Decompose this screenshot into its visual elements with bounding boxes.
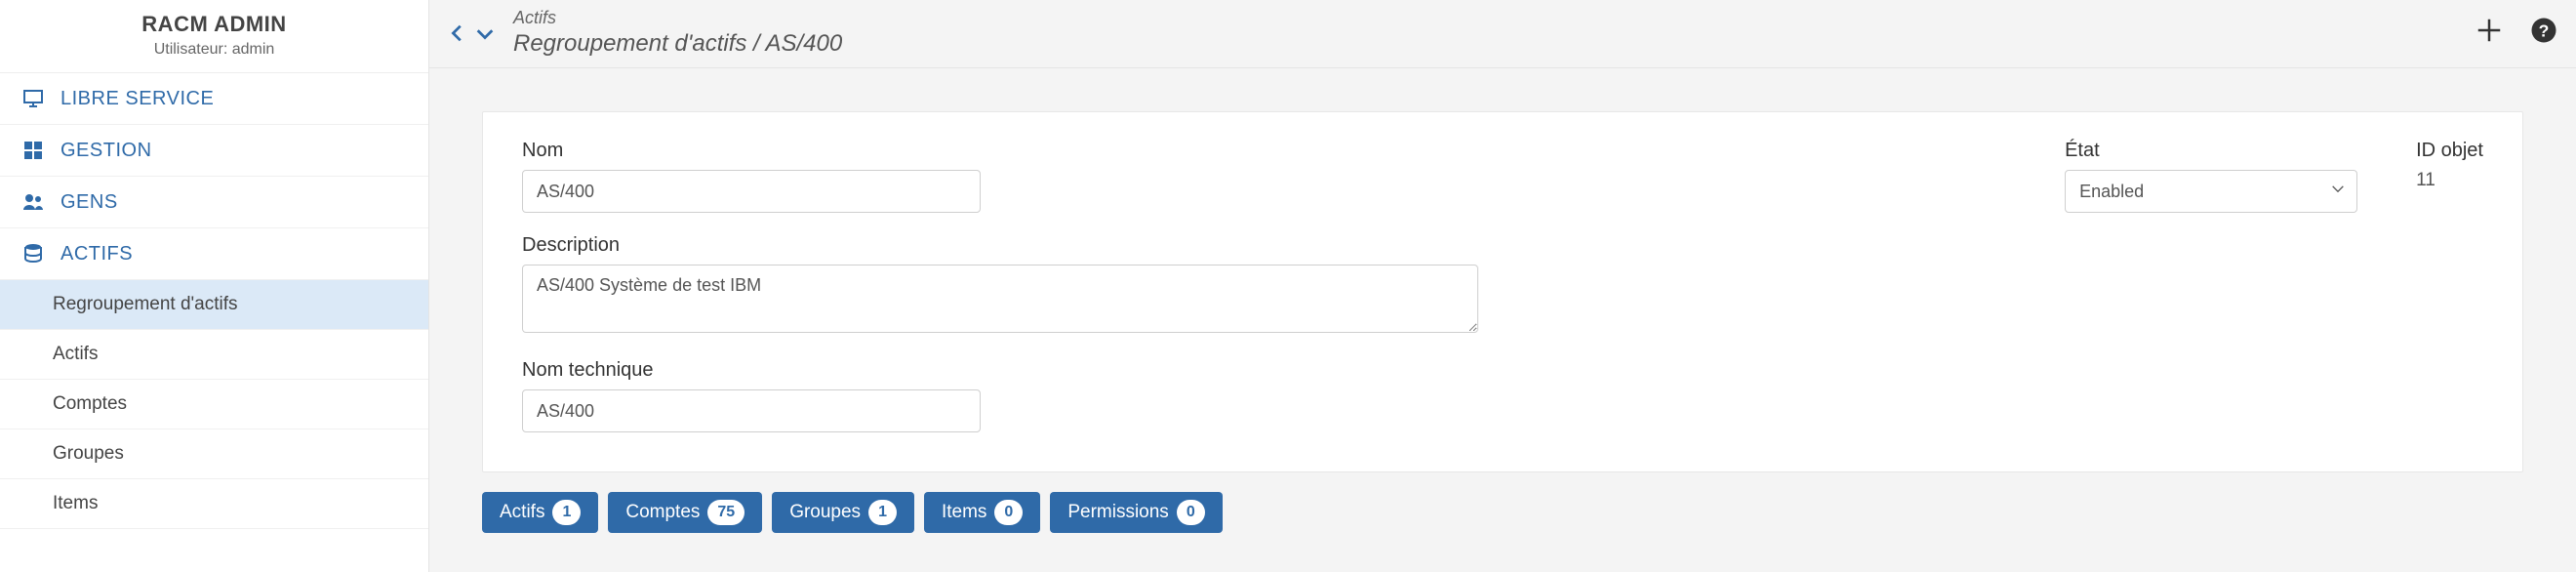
user-line: Utilisateur: admin bbox=[0, 41, 428, 59]
techname-label: Nom technique bbox=[522, 359, 1488, 382]
techname-input[interactable] bbox=[522, 389, 981, 432]
nav-item-actifs[interactable]: ACTIFS bbox=[0, 228, 428, 280]
tab-comptes[interactable]: Comptes 75 bbox=[608, 492, 762, 533]
tab-badge: 0 bbox=[1177, 500, 1205, 525]
help-button[interactable]: ? bbox=[2529, 16, 2558, 50]
tab-actifs[interactable]: Actifs 1 bbox=[482, 492, 598, 533]
dashboard-icon bbox=[21, 139, 45, 162]
history-nav bbox=[447, 22, 496, 49]
breadcrumb-parent: Actifs bbox=[513, 8, 2475, 28]
user-prefix: Utilisateur: bbox=[154, 41, 228, 58]
right-column: État Enabled ID objet 11 bbox=[2065, 140, 2483, 432]
breadcrumb-current: Regroupement d'actifs / AS/400 bbox=[513, 30, 2475, 58]
state-select-wrap: Enabled bbox=[2065, 170, 2357, 213]
nav-label: ACTIFS bbox=[60, 243, 133, 266]
sidebar: RACM ADMIN Utilisateur: admin LIBRE SERV… bbox=[0, 0, 429, 572]
nav-label: GENS bbox=[60, 191, 118, 214]
subnav-item-comptes[interactable]: Comptes bbox=[0, 380, 428, 429]
content: Nom Description Nom technique État bbox=[429, 68, 2576, 572]
objid-value: 11 bbox=[2416, 170, 2483, 191]
nav-item-libre-service[interactable]: LIBRE SERVICE bbox=[0, 73, 428, 125]
subnav-item-items[interactable]: Items bbox=[0, 479, 428, 529]
tab-label: Comptes bbox=[625, 502, 700, 523]
name-label: Nom bbox=[522, 140, 1488, 162]
subnav-label: Groupes bbox=[53, 443, 124, 465]
form-column: Nom Description Nom technique bbox=[522, 140, 1488, 432]
svg-text:?: ? bbox=[2539, 20, 2550, 40]
tab-label: Items bbox=[942, 502, 986, 523]
state-label: État bbox=[2065, 140, 2357, 162]
field-state: État Enabled bbox=[2065, 140, 2357, 432]
description-textarea[interactable] bbox=[522, 265, 1478, 333]
nav-label: GESTION bbox=[60, 140, 152, 162]
tab-label: Groupes bbox=[789, 502, 861, 523]
tab-groupes[interactable]: Groupes 1 bbox=[772, 492, 914, 533]
tab-label: Permissions bbox=[1067, 502, 1168, 523]
name-input[interactable] bbox=[522, 170, 981, 213]
subnav-label: Regroupement d'actifs bbox=[53, 294, 238, 315]
field-description: Description bbox=[522, 234, 1488, 338]
app-title: RACM ADMIN bbox=[0, 12, 428, 37]
user-name: admin bbox=[232, 41, 275, 58]
help-icon: ? bbox=[2529, 16, 2558, 45]
description-label: Description bbox=[522, 234, 1488, 257]
state-select[interactable]: Enabled bbox=[2065, 170, 2357, 213]
nav-label: LIBRE SERVICE bbox=[60, 88, 214, 110]
tab-badge: 75 bbox=[707, 500, 745, 525]
database-icon bbox=[21, 242, 45, 266]
main: Actifs Regroupement d'actifs / AS/400 ? … bbox=[429, 0, 2576, 572]
nav-item-gens[interactable]: GENS bbox=[0, 177, 428, 228]
add-button[interactable] bbox=[2475, 16, 2504, 50]
dropdown-button[interactable] bbox=[474, 22, 496, 49]
subnav-label: Items bbox=[53, 493, 98, 514]
primary-nav: LIBRE SERVICE GESTION GENS ACTIFS Regrou… bbox=[0, 73, 428, 529]
tabs: Actifs 1 Comptes 75 Groupes 1 Items 0 Pe… bbox=[482, 492, 2523, 533]
tab-permissions[interactable]: Permissions 0 bbox=[1050, 492, 1222, 533]
sidebar-header: RACM ADMIN Utilisateur: admin bbox=[0, 0, 428, 73]
detail-panel: Nom Description Nom technique État bbox=[482, 111, 2523, 472]
subnav-label: Comptes bbox=[53, 393, 127, 415]
nav-item-gestion[interactable]: GESTION bbox=[0, 125, 428, 177]
subnav-item-regroupement[interactable]: Regroupement d'actifs bbox=[0, 280, 428, 330]
topbar: Actifs Regroupement d'actifs / AS/400 ? bbox=[429, 0, 2576, 68]
field-techname: Nom technique bbox=[522, 359, 1488, 432]
breadcrumb: Actifs Regroupement d'actifs / AS/400 bbox=[513, 8, 2475, 58]
objid-label: ID objet bbox=[2416, 140, 2483, 162]
tab-badge: 1 bbox=[868, 500, 897, 525]
back-button[interactable] bbox=[447, 22, 468, 49]
field-objid: ID objet 11 bbox=[2416, 140, 2483, 432]
plus-icon bbox=[2475, 16, 2504, 45]
top-actions: ? bbox=[2475, 16, 2558, 50]
subnav-item-actifs[interactable]: Actifs bbox=[0, 330, 428, 380]
subnav-item-groupes[interactable]: Groupes bbox=[0, 429, 428, 479]
subnav-label: Actifs bbox=[53, 344, 98, 365]
field-name: Nom bbox=[522, 140, 1488, 213]
monitor-icon bbox=[21, 87, 45, 110]
tab-badge: 1 bbox=[552, 500, 581, 525]
people-icon bbox=[21, 190, 45, 214]
tab-badge: 0 bbox=[994, 500, 1023, 525]
tab-label: Actifs bbox=[500, 502, 544, 523]
tab-items[interactable]: Items 0 bbox=[924, 492, 1040, 533]
